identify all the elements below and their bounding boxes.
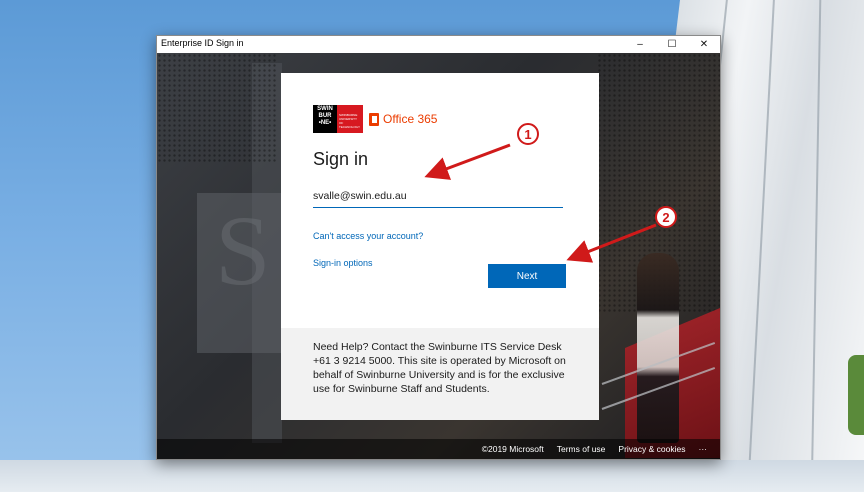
logo-line: •NE• (318, 120, 332, 126)
help-text: Need Help? Contact the Swinburne ITS Ser… (313, 341, 566, 395)
email-field[interactable] (313, 185, 563, 208)
office365-label: Office 365 (383, 112, 438, 126)
window-title: Enterprise ID Sign in (161, 38, 244, 48)
signin-content: S SWIN BUR •NE• SWINBURNE UNIVERSITY OF … (157, 53, 720, 459)
logo-line: BUR (318, 113, 332, 119)
copyright-text: ©2019 Microsoft (481, 444, 544, 454)
signin-heading: Sign in (313, 149, 369, 169)
close-button[interactable]: ✕ (689, 36, 719, 53)
office-icon (369, 112, 379, 126)
ground (0, 460, 864, 492)
step-1-badge: 1 (517, 123, 539, 145)
brand-logo-row: SWIN BUR •NE• SWINBURNE UNIVERSITY OF TE… (313, 104, 437, 134)
signin-options-link[interactable]: Sign-in options (313, 258, 373, 268)
footer-bar: ©2019 Microsoft Terms of use Privacy & c… (157, 439, 720, 459)
minimize-button[interactable]: – (625, 36, 655, 53)
swinburne-tagline-block: SWINBURNE UNIVERSITY OF TECHNOLOGY (337, 105, 363, 133)
step-2-badge: 2 (655, 206, 677, 228)
cant-access-link[interactable]: Can't access your account? (313, 231, 423, 241)
more-options-icon[interactable]: ··· (699, 444, 708, 454)
background-person (637, 253, 679, 443)
terms-link[interactable]: Terms of use (557, 444, 606, 454)
privacy-link[interactable]: Privacy & cookies (618, 444, 685, 454)
foliage (848, 355, 864, 435)
logo-line: SWIN (317, 106, 333, 112)
maximize-button[interactable]: ☐ (657, 36, 687, 53)
swinburne-logo: SWIN BUR •NE• (313, 105, 337, 133)
next-button[interactable]: Next (488, 264, 566, 288)
signin-window: Enterprise ID Sign in – ☐ ✕ S SWIN BUR •… (156, 35, 721, 460)
background-mesh (157, 53, 277, 163)
title-bar[interactable]: Enterprise ID Sign in – ☐ ✕ (157, 36, 720, 53)
signin-card: SWIN BUR •NE• SWINBURNE UNIVERSITY OF TE… (281, 73, 599, 420)
help-section: Need Help? Contact the Swinburne ITS Ser… (281, 328, 599, 420)
background-letter: S (215, 195, 271, 306)
